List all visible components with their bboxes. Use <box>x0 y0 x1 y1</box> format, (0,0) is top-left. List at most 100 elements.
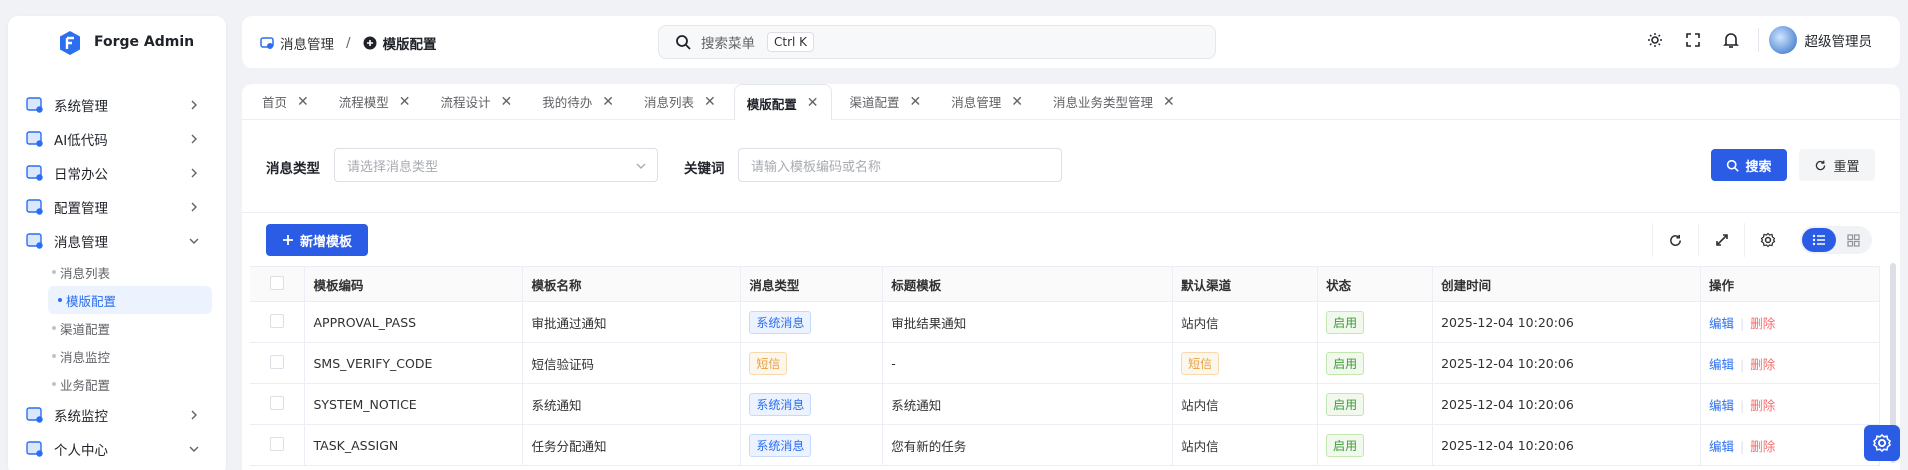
cell-name: 任务分配通知 <box>522 424 742 466</box>
tab[interactable]: 首页 ✕ <box>250 84 321 120</box>
close-icon[interactable]: ✕ <box>602 94 614 110</box>
sidebar-item[interactable]: 个人中心 <box>8 432 226 466</box>
sidebar-subitem[interactable]: 消息监控 <box>8 342 212 370</box>
type-placeholder: 请选择消息类型 <box>347 159 439 175</box>
tab[interactable]: 渠道配置 ✕ <box>838 84 934 120</box>
tab[interactable]: 我的待办 ✕ <box>530 84 626 120</box>
table-header-row: 模板编码 模板名称 消息类型 标题模板 默认渠道 状态 创建时间 操作 <box>250 266 1881 302</box>
row-checkbox[interactable] <box>270 354 284 369</box>
row-checkbox[interactable] <box>270 313 284 328</box>
breadcrumb-current: 模版配置 <box>382 37 437 53</box>
cell-code: SYSTEM_NOTICE <box>304 383 524 425</box>
col-status: 状态 <box>1317 266 1434 302</box>
close-icon[interactable]: ✕ <box>501 94 513 110</box>
avatar[interactable] <box>1768 26 1797 54</box>
sidebar-item[interactable]: 配置管理 <box>8 190 226 224</box>
menu-search[interactable]: 搜索菜单 Ctrl K <box>658 25 1216 59</box>
delete-link[interactable]: 删除 <box>1750 439 1775 454</box>
logo[interactable]: Forge Admin <box>8 16 226 68</box>
sidebar-item[interactable]: 系统监控 <box>8 398 226 432</box>
row-select-cell[interactable] <box>250 342 306 384</box>
sidebar-item[interactable]: 系统管理 <box>8 88 226 122</box>
channel-value: 短信 <box>1181 351 1220 375</box>
cell-type: 系统消息 <box>740 301 884 343</box>
close-icon[interactable]: ✕ <box>1163 94 1175 110</box>
reset-button[interactable]: 重置 <box>1799 149 1875 181</box>
message-icon <box>26 233 43 249</box>
tab[interactable]: 模版配置 ✕ <box>733 83 832 122</box>
delete-link[interactable]: 删除 <box>1750 357 1775 372</box>
breadcrumb-parent[interactable]: 消息管理 <box>280 33 334 53</box>
edit-link[interactable]: 编辑 <box>1709 357 1734 372</box>
tab[interactable]: 流程模型 ✕ <box>327 84 423 120</box>
close-icon[interactable]: ✕ <box>807 95 819 111</box>
refresh-button[interactable] <box>1652 223 1698 257</box>
delete-link[interactable]: 删除 <box>1750 316 1775 331</box>
fullscreen-button[interactable] <box>1682 29 1704 51</box>
view-toggle[interactable] <box>1800 226 1872 254</box>
tab[interactable]: 流程设计 ✕ <box>429 84 525 120</box>
bullet-dot <box>58 298 62 302</box>
reset-button-label: 重置 <box>1833 159 1860 175</box>
delete-link[interactable]: 删除 <box>1750 398 1775 413</box>
table-row[interactable]: TASK_ASSIGN 任务分配通知 系统消息 您有新的任务 站内信 启用 2025-12-… <box>250 424 1881 466</box>
header-actions: 超级管理员 <box>1628 26 1873 54</box>
sidebar-item-label: 消息管理 <box>54 235 108 251</box>
sidebar-item[interactable]: 消息管理 <box>8 224 226 258</box>
expand-button[interactable] <box>1698 223 1744 257</box>
tab[interactable]: 消息业务类型管理 ✕ <box>1041 84 1187 120</box>
row-select-cell[interactable] <box>250 424 306 466</box>
grid-view-button[interactable] <box>1836 228 1870 252</box>
cell-actions: 编辑 | 删除 <box>1700 383 1881 425</box>
sidebar-item[interactable]: AI低代码 <box>8 122 226 156</box>
row-select-cell[interactable] <box>250 301 306 343</box>
notification-button[interactable] <box>1720 29 1742 51</box>
tab[interactable]: 消息管理 ✕ <box>939 84 1035 120</box>
sidebar-subitem[interactable]: 业务配置 <box>8 370 212 398</box>
tab-label: 消息管理 <box>951 95 1002 110</box>
tab[interactable]: 消息列表 ✕ <box>632 84 728 120</box>
edit-link[interactable]: 编辑 <box>1709 316 1734 331</box>
add-template-button[interactable]: 新增模板 <box>266 224 368 256</box>
table-row[interactable]: SYSTEM_NOTICE 系统通知 系统消息 系统通知 站内信 启用 2025-12-04… <box>250 383 1881 425</box>
user-name[interactable]: 超级管理员 <box>1805 30 1873 50</box>
close-icon[interactable]: ✕ <box>910 94 922 110</box>
search-button[interactable]: 搜索 <box>1711 149 1787 181</box>
keyword-input[interactable]: 请输入模板编码或名称 <box>738 148 1062 182</box>
theme-toggle-button[interactable] <box>1644 29 1666 51</box>
row-checkbox[interactable] <box>270 395 284 410</box>
close-icon[interactable]: ✕ <box>1011 94 1023 110</box>
close-icon[interactable]: ✕ <box>704 94 716 110</box>
message-type-select[interactable]: 请选择消息类型 <box>334 148 658 182</box>
row-select-cell[interactable] <box>250 383 306 425</box>
cell-channel: 站内信 <box>1172 301 1319 343</box>
edit-link[interactable]: 编辑 <box>1709 398 1734 413</box>
table-row[interactable]: SMS_VERIFY_CODE 短信验证码 短信 - 短信 启用 2025-12-04 10… <box>250 342 1881 384</box>
search-shortcut: Ctrl K <box>767 32 815 52</box>
search-icon <box>676 35 691 50</box>
edit-link[interactable]: 编辑 <box>1709 439 1734 454</box>
tab-label: 消息业务类型管理 <box>1053 95 1154 110</box>
sidebar-item[interactable]: 日常办公 <box>8 156 226 190</box>
cell-type: 短信 <box>740 342 884 384</box>
sidebar-item-label: 个人中心 <box>54 443 108 459</box>
row-checkbox[interactable] <box>270 436 284 451</box>
settings-fab-button[interactable] <box>1864 425 1900 461</box>
column-settings-button[interactable] <box>1744 223 1790 257</box>
action-separator: | <box>1740 315 1745 331</box>
channel-value: 站内信 <box>1181 438 1219 454</box>
tab-label: 渠道配置 <box>849 95 900 110</box>
sidebar-subitem[interactable]: 模版配置 <box>48 286 212 314</box>
chevron-down-icon <box>636 163 646 169</box>
close-icon[interactable]: ✕ <box>399 94 411 110</box>
sidebar-subitem[interactable]: 渠道配置 <box>8 314 212 342</box>
list-view-button[interactable] <box>1802 228 1836 252</box>
tab-label: 首页 <box>262 95 288 110</box>
select-all-header[interactable] <box>250 266 306 302</box>
sidebar-subitem[interactable]: 消息列表 <box>8 258 212 286</box>
chevron-down-icon <box>189 238 199 244</box>
select-all-checkbox[interactable] <box>270 275 284 290</box>
table-row[interactable]: APPROVAL_PASS 审批通过通知 系统消息 审批结果通知 站内信 启用 2025-1… <box>250 301 1881 343</box>
cell-type: 系统消息 <box>740 383 884 425</box>
close-icon[interactable]: ✕ <box>297 94 309 110</box>
